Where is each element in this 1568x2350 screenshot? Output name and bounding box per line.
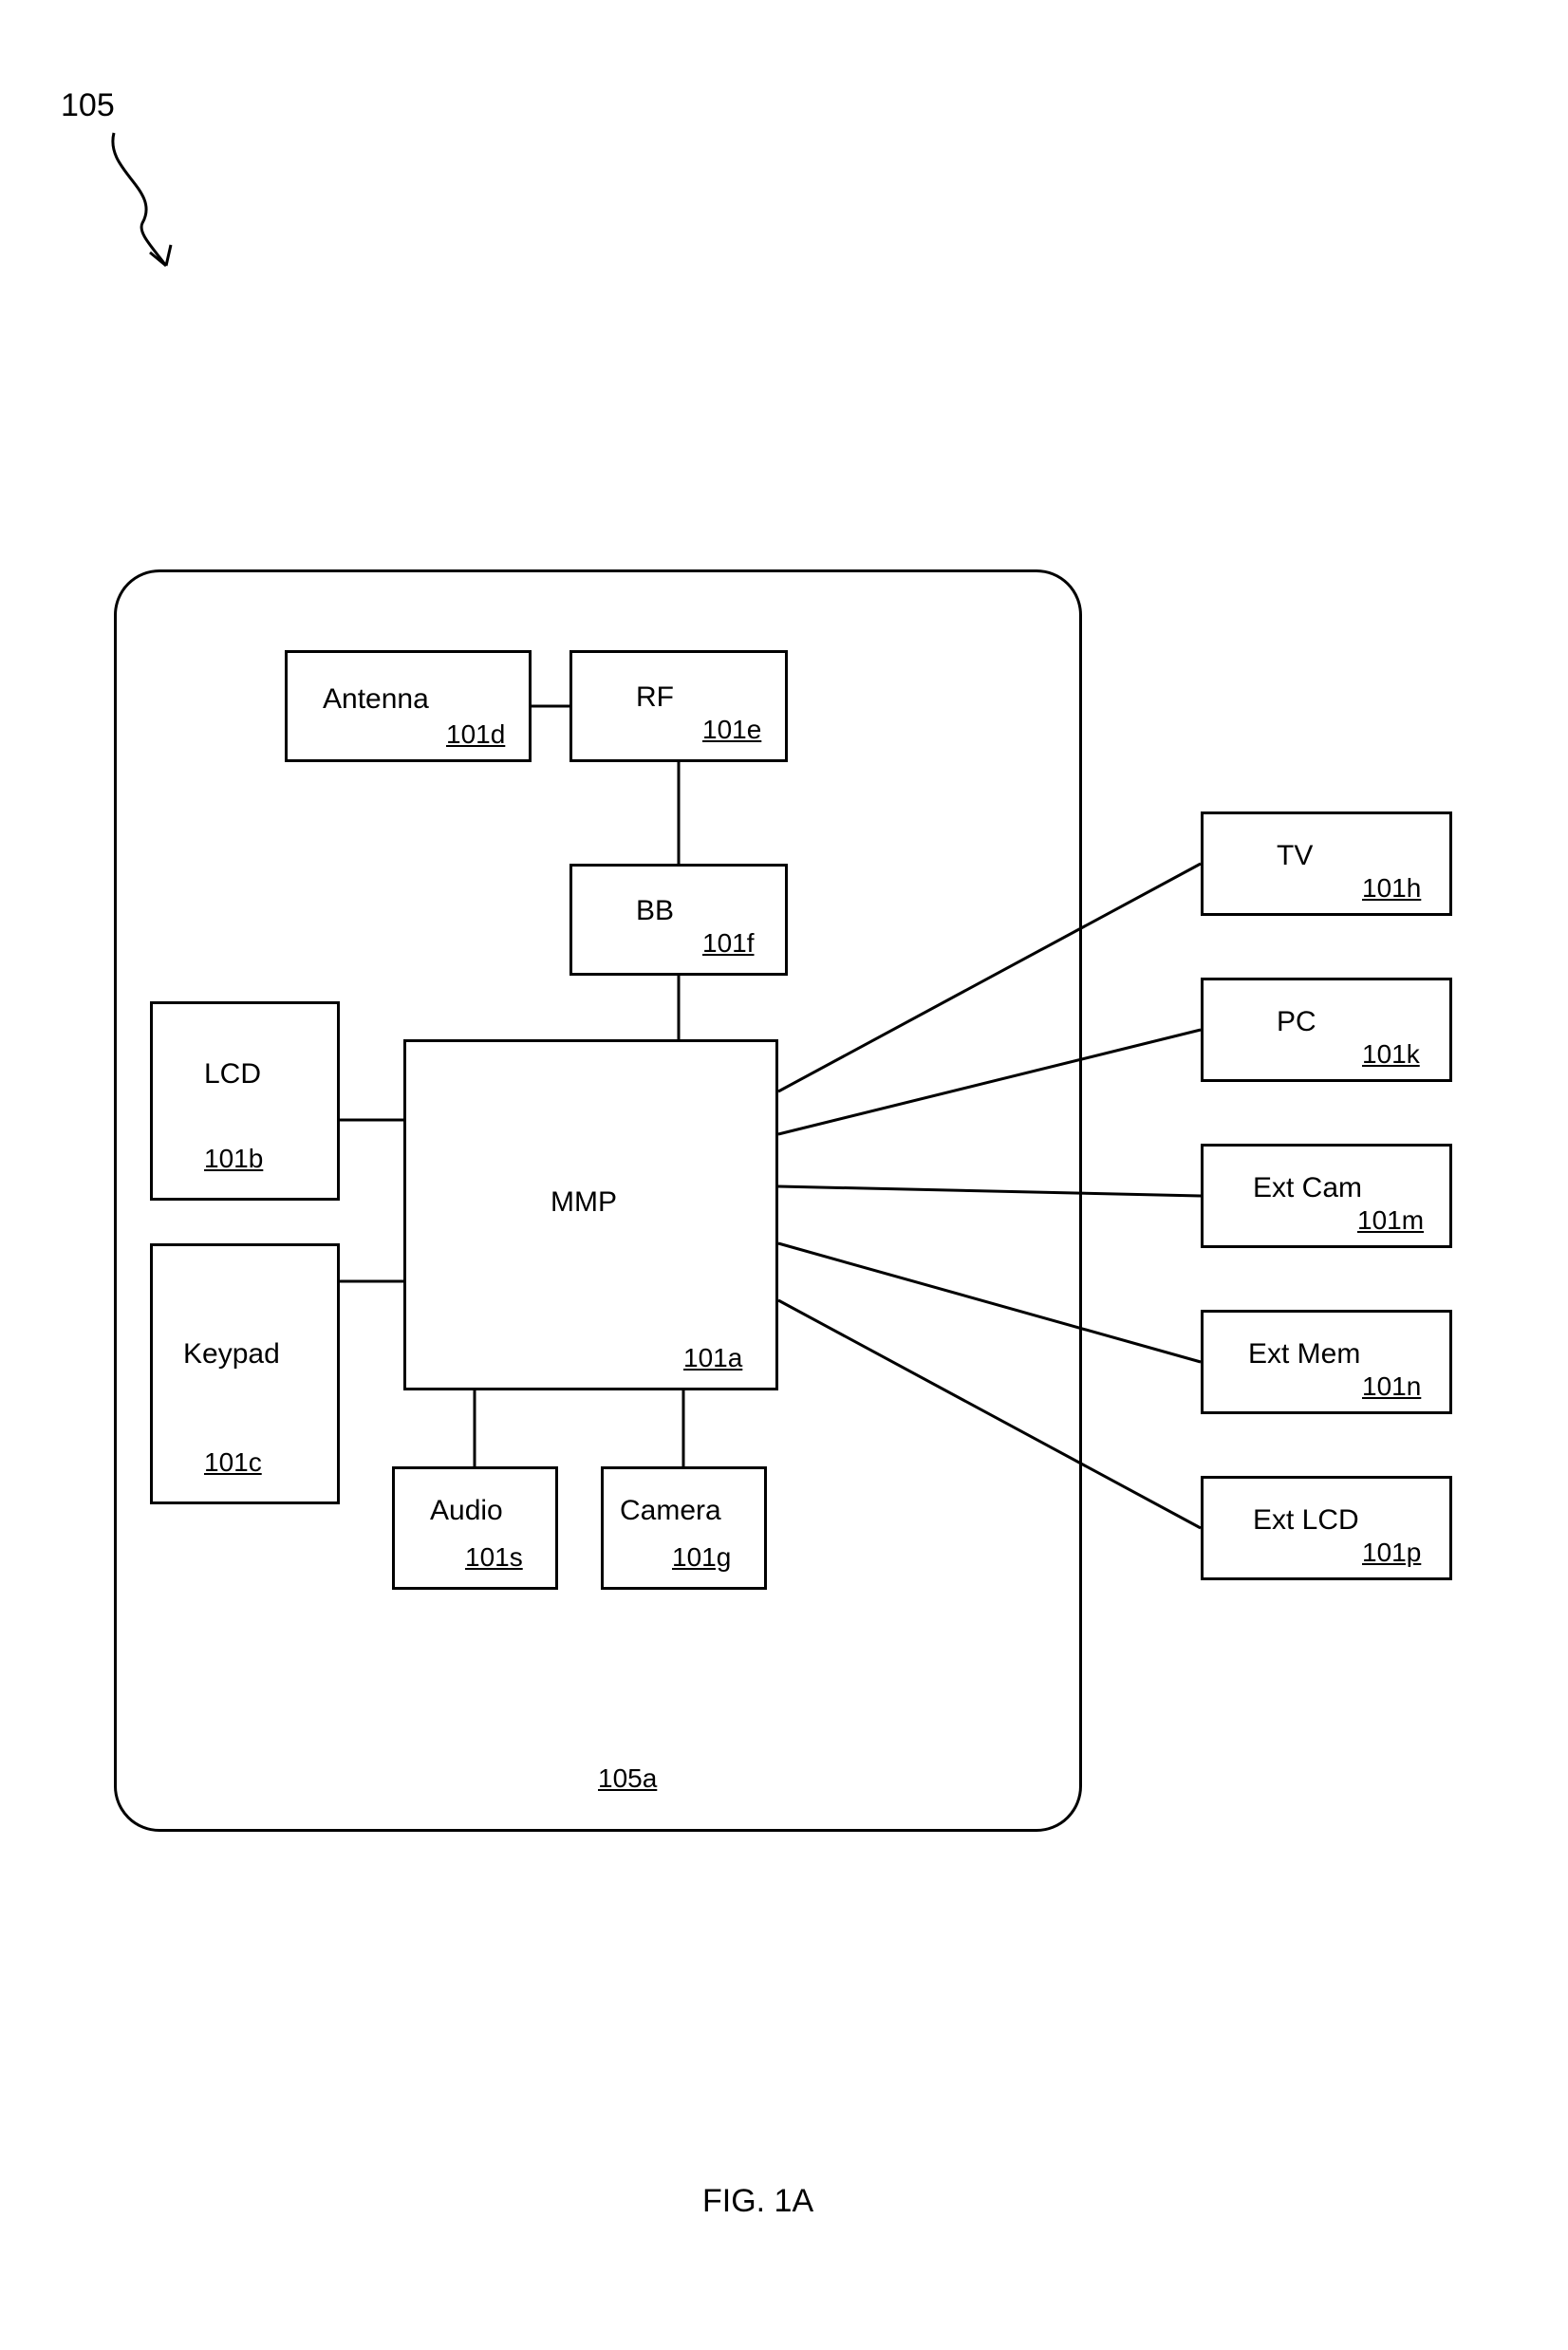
extcam-ref: 101m (1357, 1205, 1424, 1236)
extcam-label: Ext Cam (1253, 1172, 1362, 1204)
bb-label: BB (636, 895, 674, 927)
block-rf (569, 650, 788, 762)
bb-ref: 101f (702, 928, 755, 959)
mmp-ref: 101a (683, 1343, 742, 1373)
mmp-label: MMP (551, 1186, 617, 1219)
audio-ref: 101s (465, 1542, 523, 1573)
tv-label: TV (1277, 840, 1313, 872)
figure-top-number: 105 (61, 87, 115, 124)
keypad-label: Keypad (183, 1338, 280, 1371)
audio-label: Audio (430, 1495, 503, 1527)
keypad-ref: 101c (204, 1447, 262, 1478)
antenna-ref: 101d (446, 719, 505, 750)
diagram-canvas: 105 105a Antenna 101d RF 101e BB 101f LC… (0, 0, 1568, 2350)
extmem-ref: 101n (1362, 1371, 1421, 1402)
rf-label: RF (636, 681, 674, 714)
figure-caption: FIG. 1A (702, 2183, 813, 2220)
rf-ref: 101e (702, 715, 761, 745)
block-bb (569, 864, 788, 976)
lcd-ref: 101b (204, 1144, 263, 1174)
pc-ref: 101k (1362, 1039, 1420, 1070)
extlcd-label: Ext LCD (1253, 1504, 1359, 1537)
tv-ref: 101h (1362, 873, 1421, 904)
container-ref: 105a (598, 1763, 657, 1794)
extlcd-ref: 101p (1362, 1538, 1421, 1568)
antenna-label: Antenna (323, 683, 429, 716)
lcd-label: LCD (204, 1058, 261, 1091)
camera-label: Camera (620, 1495, 721, 1527)
extmem-label: Ext Mem (1248, 1338, 1360, 1371)
camera-ref: 101g (672, 1542, 731, 1573)
pc-label: PC (1277, 1006, 1316, 1038)
